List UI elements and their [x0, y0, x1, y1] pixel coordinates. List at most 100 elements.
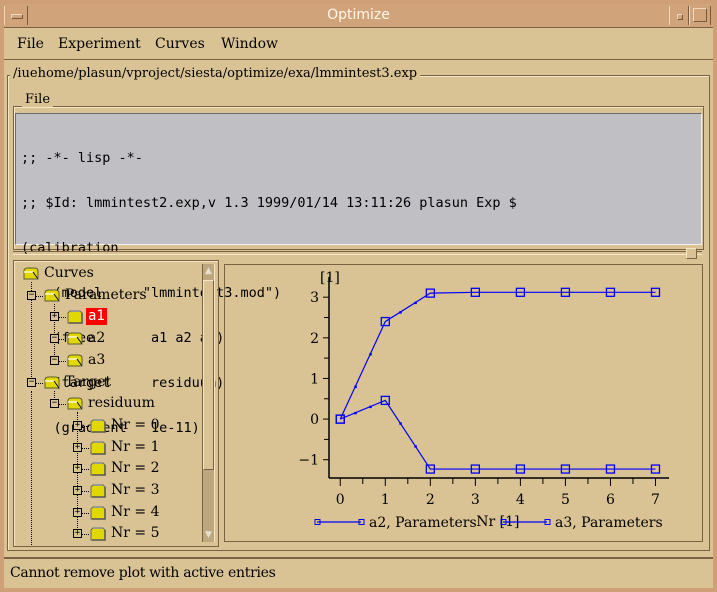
intermediate-point: [354, 411, 357, 415]
intermediate-point: [369, 405, 372, 409]
menu-curves[interactable]: Curves: [155, 36, 205, 52]
status-bar: Cannot remove plot with active entries: [4, 557, 713, 585]
tree-node-label: residuum: [88, 395, 155, 412]
minimize-icon: [677, 14, 683, 20]
maximize-button[interactable]: [689, 6, 711, 25]
tree-node[interactable]: − Parameters: [15, 286, 201, 306]
tree-node[interactable]: − Target: [15, 373, 201, 393]
expand-plus-icon[interactable]: +: [73, 529, 82, 539]
tree-connector-line: [82, 512, 89, 514]
tree-node[interactable]: + Nr = 1: [15, 438, 201, 458]
open-folder-icon: [66, 394, 84, 414]
collapse-minus-icon[interactable]: −: [27, 377, 36, 387]
expand-plus-icon[interactable]: +: [73, 420, 82, 430]
tree-scrollbar[interactable]: ▲ ▼: [202, 264, 215, 542]
tree-connector-line: [82, 425, 89, 427]
tree-connector-line: [36, 295, 43, 297]
collapse-minus-icon[interactable]: −: [50, 399, 59, 409]
legend-label: a3, Parameters: [555, 515, 663, 531]
intermediate-point: [414, 301, 417, 305]
tree-node-label: Curves: [44, 265, 94, 281]
closed-folder-icon: [89, 416, 107, 436]
menu-bar: File Experiment Curves Window: [4, 28, 713, 60]
menu-experiment[interactable]: Experiment: [58, 36, 141, 52]
pane-sash-handle[interactable]: [686, 248, 697, 259]
tree-connector-line: [59, 404, 66, 406]
collapse-minus-icon[interactable]: −: [27, 290, 36, 300]
open-folder-icon: [66, 329, 84, 349]
menu-file[interactable]: File: [17, 36, 44, 52]
open-folder-icon: [43, 286, 61, 306]
open-folder-icon: [22, 264, 40, 284]
tree-node-label: Nr = 1: [111, 438, 160, 455]
expand-plus-icon[interactable]: +: [73, 464, 82, 474]
tree-node-label: Target: [65, 373, 112, 390]
tree-node[interactable]: + Nr = 2: [15, 459, 201, 479]
line-chart[interactable]: −101230 1 2 3 4 5 6 7[1]Nr [1]a2, Parameters a3,…: [225, 265, 702, 541]
tree-node[interactable]: − residuum: [15, 394, 201, 414]
window-title: Optimize: [327, 7, 390, 23]
minimize-button[interactable]: [669, 6, 689, 25]
intermediate-point: [354, 385, 357, 389]
y-tick-label: 0: [310, 412, 319, 428]
x-tick-label: 3: [471, 492, 480, 508]
x-tick-label: 2: [426, 492, 435, 508]
tree-node[interactable]: + Nr = 3: [15, 481, 201, 501]
scroll-up-arrow-icon[interactable]: ▲: [204, 265, 213, 277]
expand-plus-icon[interactable]: +: [73, 442, 82, 452]
tree-connector-line: [59, 339, 66, 341]
closed-folder-icon: [89, 481, 107, 501]
scroll-down-arrow-icon[interactable]: ▼: [204, 529, 213, 541]
status-message: Cannot remove plot with active entries: [10, 565, 276, 581]
tree-node-label: Nr = 2: [111, 460, 160, 477]
tree-node-label: Nr = 3: [111, 482, 160, 498]
closed-folder-icon: [89, 524, 107, 544]
tree-connector-line: [82, 534, 89, 536]
tree-connector-line: [36, 382, 43, 384]
tree-node[interactable]: + Nr = 0: [15, 416, 201, 436]
data-point-marker: [335, 414, 345, 424]
scrollbar-thumb[interactable]: [203, 280, 214, 470]
tree-node-label: a1: [86, 308, 107, 326]
x-tick-label: 6: [606, 492, 615, 508]
menu-window[interactable]: Window: [221, 36, 278, 52]
tree-node[interactable]: − a2: [15, 329, 201, 349]
curves-tree: Curves − Parameters + a1− a2− a3− Target − residu…: [15, 262, 201, 545]
open-folder-icon: [43, 373, 61, 393]
series-line-a2: [339, 291, 656, 420]
x-tick-label: 1: [381, 492, 390, 508]
expand-plus-icon[interactable]: +: [73, 507, 82, 517]
title-bar[interactable]: Optimize: [4, 4, 713, 28]
closed-folder-icon: [66, 307, 84, 327]
pane-divider[interactable]: [13, 251, 702, 255]
tree-node[interactable]: − a3: [15, 351, 201, 371]
intermediate-point: [399, 422, 402, 425]
y-axis-label: [1]: [320, 270, 340, 286]
open-folder-icon: [66, 351, 84, 371]
intermediate-point: [369, 353, 372, 356]
file-text-area[interactable]: ;; -*- lisp -*- ;; $Id: lmmintest2.exp,v…: [15, 113, 702, 436]
y-tick-label: −1: [298, 453, 319, 469]
series-line-a3: [340, 399, 656, 470]
tree-node-label: Nr = 4: [111, 503, 160, 520]
plot-frame: −1 0 1 2 3 0 1 2 3 4 5 6 7 [1] Nr [1] a2, Parameters a3,…: [224, 264, 703, 542]
x-tick-label: 0: [336, 492, 345, 508]
collapse-minus-icon[interactable]: −: [50, 355, 59, 365]
tree-connector-line: [59, 360, 66, 362]
expand-plus-icon[interactable]: +: [50, 312, 59, 322]
y-tick-label: 1: [310, 371, 319, 387]
expand-plus-icon[interactable]: +: [73, 486, 82, 495]
code-line: ;; -*- lisp -*-: [21, 150, 143, 166]
legend-label: a2, Parameters: [369, 515, 477, 531]
y-tick-label: 3: [310, 290, 319, 306]
tree-node-label: Nr = 5: [111, 525, 160, 542]
tree-node[interactable]: Curves: [15, 264, 201, 284]
code-line: ;; $Id: lmmintest2.exp,v 1.3 1999/01/14 …: [21, 195, 517, 211]
tree-node[interactable]: + Nr = 5: [15, 524, 201, 544]
tree-node[interactable]: + a1: [15, 307, 201, 327]
tree-node-label: Parameters: [65, 286, 147, 303]
file-frame-label: File: [22, 92, 54, 107]
collapse-minus-icon[interactable]: −: [50, 334, 59, 344]
tree-node[interactable]: + Nr = 4: [15, 503, 201, 523]
x-tick-label: 7: [651, 492, 660, 508]
